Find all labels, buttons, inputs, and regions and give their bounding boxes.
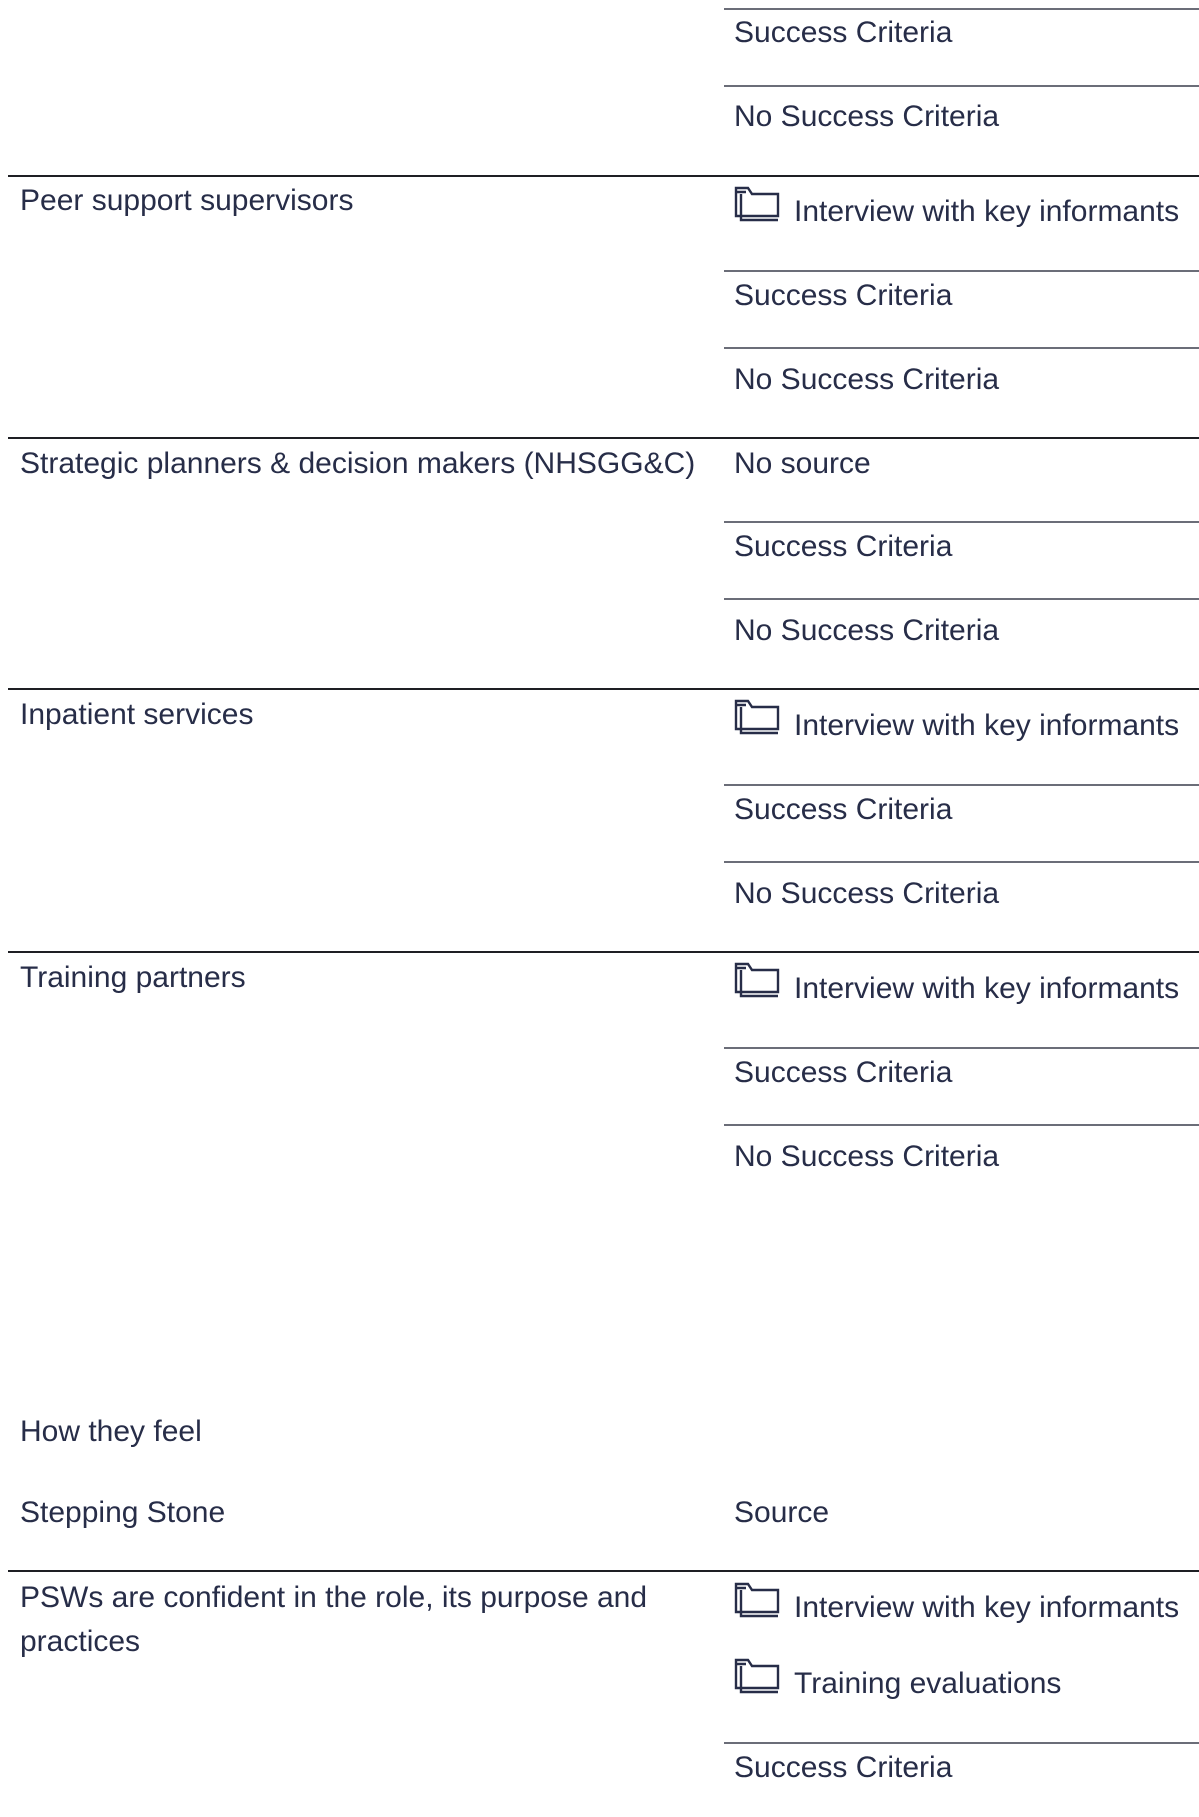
divider <box>724 784 1199 786</box>
divider <box>724 270 1199 272</box>
row-divider <box>8 1570 1199 1572</box>
divider <box>724 347 1199 349</box>
folder-icon <box>734 1578 780 1618</box>
divider <box>724 1124 1199 1126</box>
source-link[interactable]: Interview with key informants <box>794 1590 1179 1626</box>
folder-icon <box>734 958 780 998</box>
divider <box>724 85 1199 87</box>
divider <box>724 861 1199 863</box>
row-divider <box>8 951 1199 953</box>
success-criteria-label: Success Criteria <box>734 16 953 49</box>
source-value: No source <box>734 447 871 480</box>
divider <box>724 1742 1199 1744</box>
success-criteria-label: Success Criteria <box>734 279 953 312</box>
success-criteria-label: Success Criteria <box>734 793 953 826</box>
source-link[interactable]: Interview with key informants <box>794 708 1179 744</box>
success-criteria-value: No Success Criteria <box>734 614 1000 647</box>
source-link[interactable]: Interview with key informants <box>794 971 1179 1007</box>
stepping-stone-text: PSWs are confident in the role, its purp… <box>20 1581 648 1658</box>
success-criteria-value: No Success Criteria <box>734 877 1000 910</box>
source-link[interactable]: Training evaluations <box>794 1666 1061 1702</box>
row-divider <box>8 688 1199 690</box>
stakeholder-label: Peer support supervisors <box>20 184 354 217</box>
success-criteria-value: No Success Criteria <box>734 363 1000 396</box>
stakeholder-label: Inpatient services <box>20 698 254 731</box>
divider <box>724 1047 1199 1049</box>
stakeholder-label: Training partners <box>20 961 246 994</box>
source-link[interactable]: Interview with key informants <box>794 194 1179 230</box>
row-divider <box>8 437 1199 439</box>
row-divider <box>8 175 1199 177</box>
section-title: How they feel <box>20 1415 202 1448</box>
divider <box>724 598 1199 600</box>
folder-icon <box>734 1654 780 1694</box>
success-criteria-value: No Success Criteria <box>734 1140 1000 1173</box>
column-header-source: Source <box>734 1496 830 1529</box>
column-header-stepping-stone: Stepping Stone <box>20 1496 226 1529</box>
stakeholder-label: Strategic planners & decision makers (NH… <box>20 447 696 480</box>
folder-icon <box>734 695 780 735</box>
folder-icon <box>734 182 780 222</box>
success-criteria-value: No Success Criteria <box>734 100 1000 133</box>
divider <box>724 521 1199 523</box>
success-criteria-label: Success Criteria <box>734 1056 953 1089</box>
success-criteria-label: Success Criteria <box>734 1751 953 1784</box>
divider <box>724 8 1199 10</box>
success-criteria-label: Success Criteria <box>734 530 953 563</box>
